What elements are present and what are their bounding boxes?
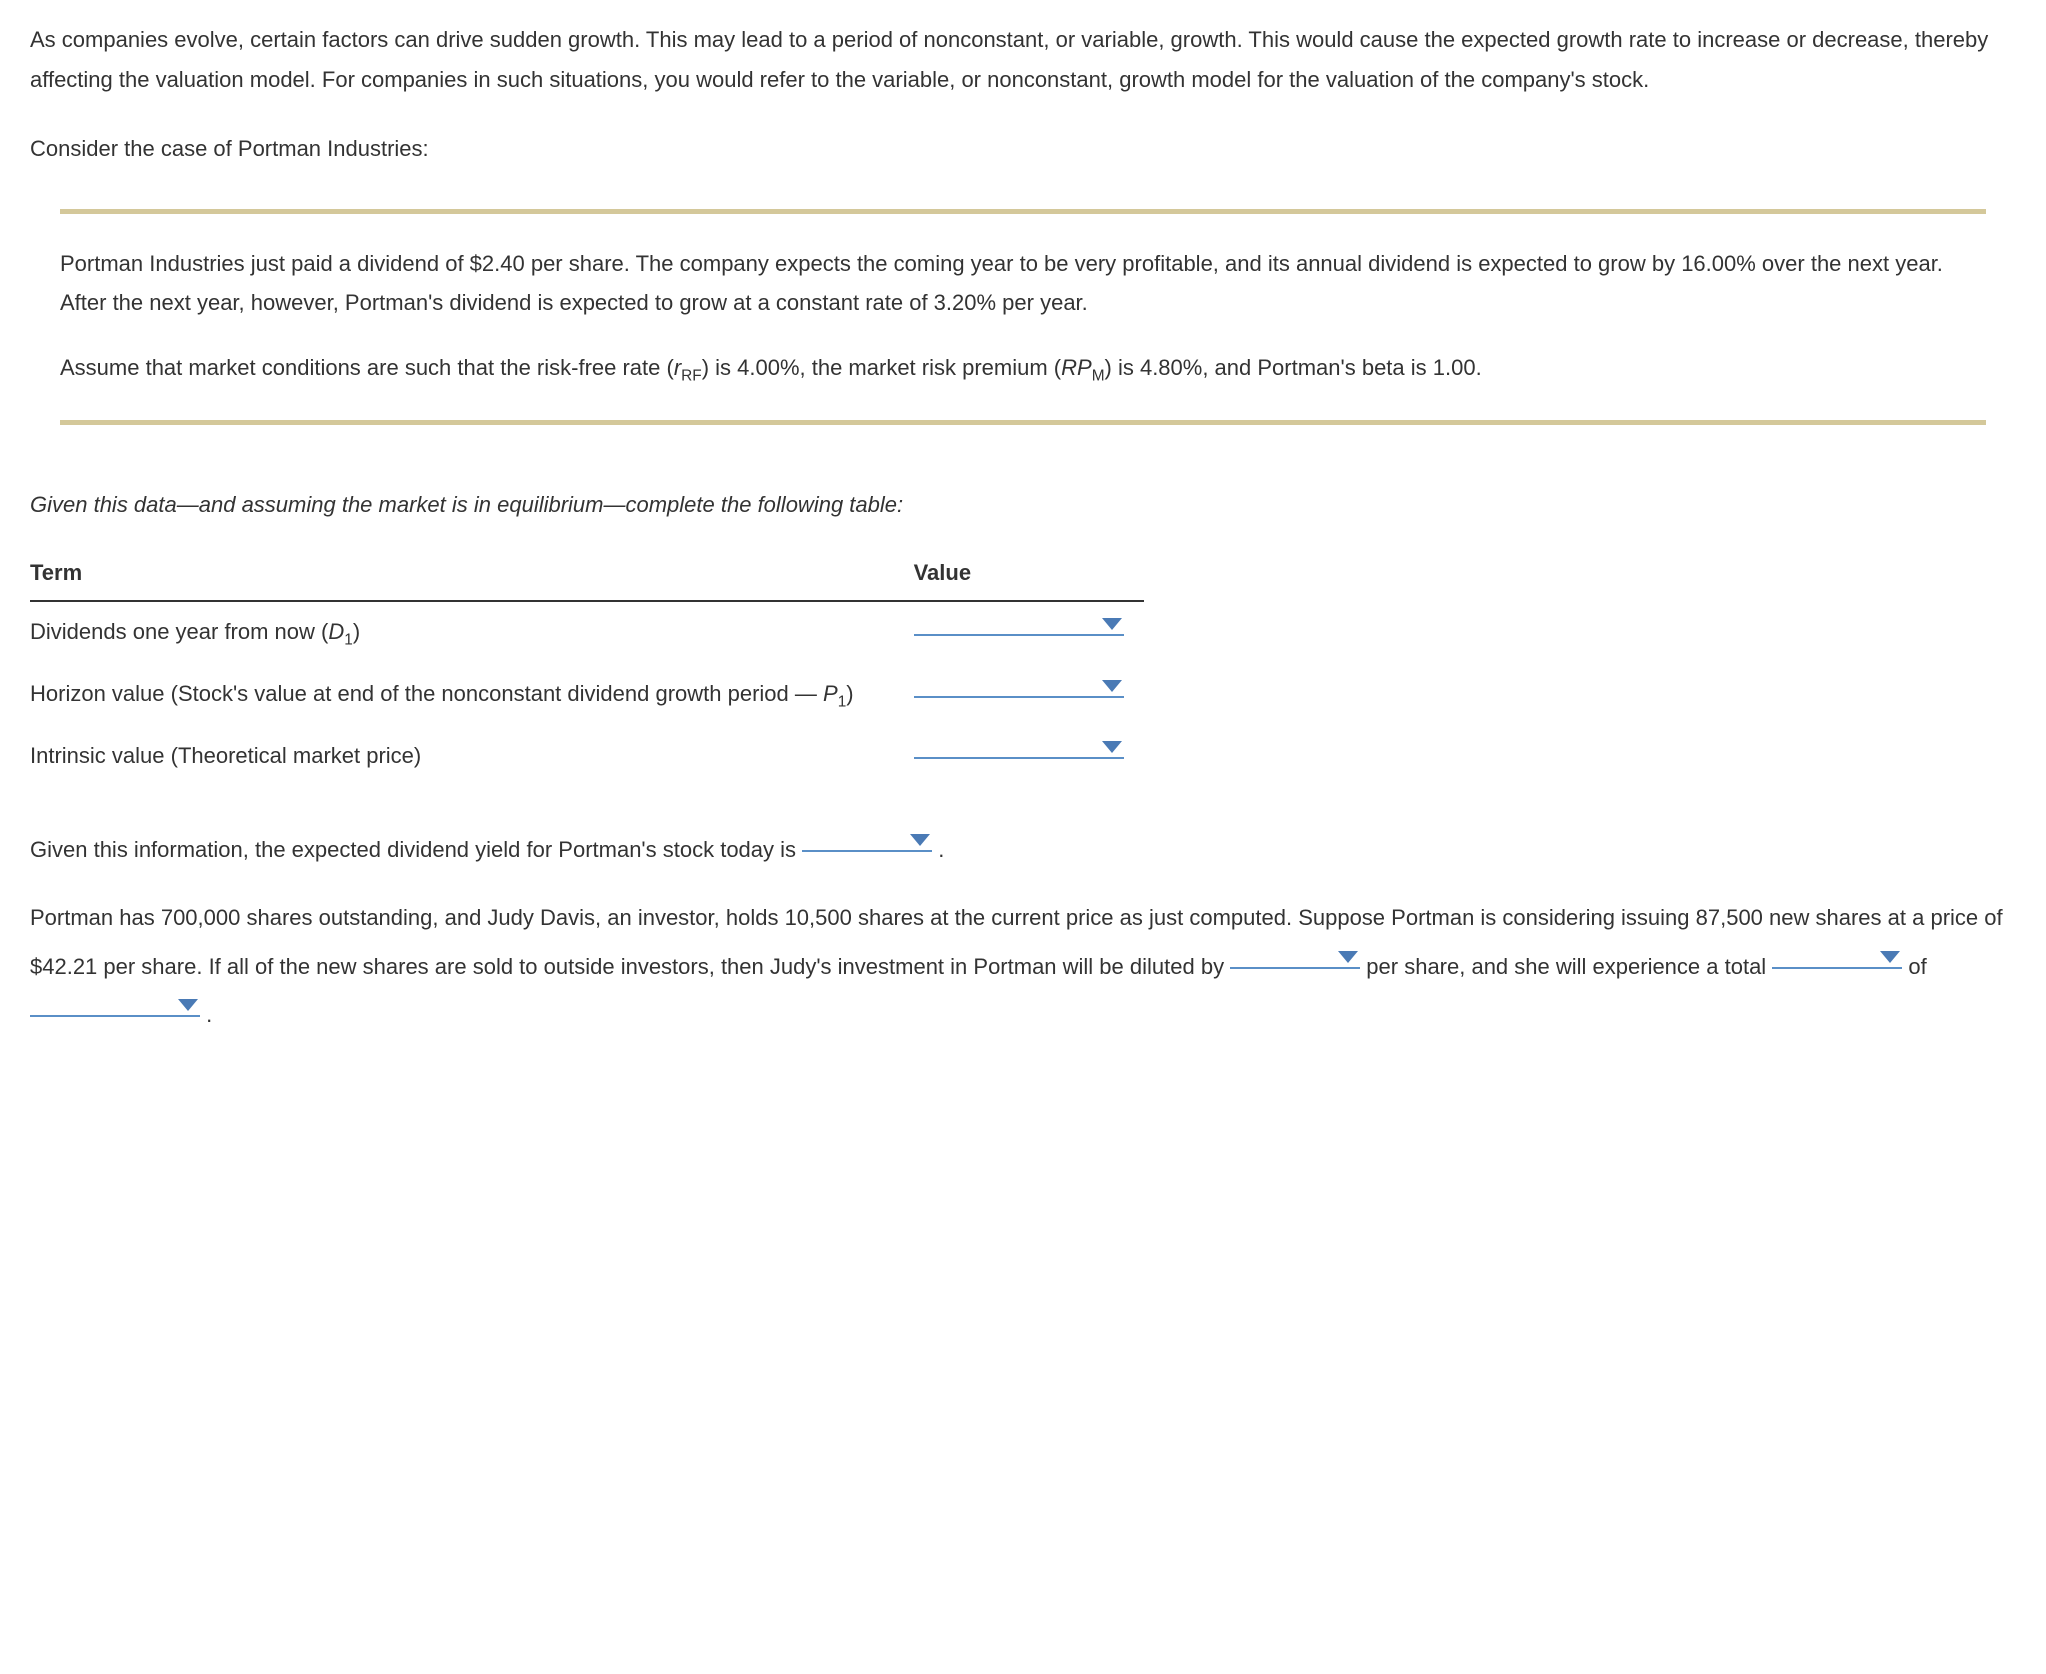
dropdown-arrow-icon bbox=[1880, 951, 1900, 963]
table-row: Horizon value (Stock's value at end of t… bbox=[30, 664, 1144, 726]
rp-subscript: M bbox=[1092, 367, 1105, 384]
table-row: Intrinsic value (Theoretical market pric… bbox=[30, 726, 1144, 786]
problem-box: Portman Industries just paid a dividend … bbox=[60, 209, 1986, 425]
dropdown-intrinsic[interactable] bbox=[914, 757, 1124, 759]
dropdown-dilution-per-share[interactable] bbox=[1230, 967, 1360, 969]
row0-post: ) bbox=[353, 619, 360, 644]
dividend-yield-post: . bbox=[932, 837, 944, 862]
dilution-mid2: of bbox=[1902, 954, 1926, 979]
row0-pre: Dividends one year from now ( bbox=[30, 619, 328, 644]
dropdown-d1[interactable] bbox=[914, 634, 1124, 636]
row2-pre: Intrinsic value (Theoretical market pric… bbox=[30, 743, 421, 768]
dropdown-dividend-yield[interactable] bbox=[802, 850, 932, 852]
rrf-subscript: RF bbox=[681, 367, 702, 384]
table-header-value: Value bbox=[874, 545, 1144, 602]
dropdown-arrow-icon bbox=[1102, 741, 1122, 753]
dropdown-arrow-icon bbox=[1102, 680, 1122, 692]
table-header-term: Term bbox=[30, 545, 874, 602]
dividend-yield-paragraph: Given this information, the expected div… bbox=[30, 826, 2016, 874]
problem-paragraph-2: Assume that market conditions are such t… bbox=[60, 348, 1986, 390]
value-table: Term Value Dividends one year from now (… bbox=[30, 545, 1144, 786]
row1-sub: 1 bbox=[838, 694, 847, 711]
dropdown-dilution-amount[interactable] bbox=[30, 1015, 200, 1017]
para2-post: ) is 4.80%, and Portman's beta is 1.00. bbox=[1105, 355, 1482, 380]
term-cell: Intrinsic value (Theoretical market pric… bbox=[30, 726, 874, 786]
dropdown-dilution-type[interactable] bbox=[1772, 967, 1902, 969]
dividend-yield-pre: Given this information, the expected div… bbox=[30, 837, 802, 862]
row0-sub: 1 bbox=[344, 632, 353, 649]
dropdown-arrow-icon bbox=[178, 999, 198, 1011]
dropdown-arrow-icon bbox=[910, 834, 930, 846]
table-row: Dividends one year from now (D1) bbox=[30, 601, 1144, 664]
term-cell: Dividends one year from now (D1) bbox=[30, 601, 874, 664]
dropdown-arrow-icon bbox=[1338, 951, 1358, 963]
divider-top bbox=[60, 209, 1986, 214]
table-prompt: Given this data—and assuming the market … bbox=[30, 485, 2016, 525]
para2-pre: Assume that market conditions are such t… bbox=[60, 355, 674, 380]
row1-var: P bbox=[823, 681, 838, 706]
case-label: Consider the case of Portman Industries: bbox=[30, 129, 2016, 169]
row1-pre: Horizon value (Stock's value at end of t… bbox=[30, 681, 823, 706]
dropdown-arrow-icon bbox=[1102, 618, 1122, 630]
row0-var: D bbox=[328, 619, 344, 644]
rp-variable: RP bbox=[1061, 355, 1092, 380]
problem-paragraph-1: Portman Industries just paid a dividend … bbox=[60, 244, 1986, 323]
divider-bottom bbox=[60, 420, 1986, 425]
para2-mid1: ) is 4.00%, the market risk premium ( bbox=[702, 355, 1061, 380]
term-cell: Horizon value (Stock's value at end of t… bbox=[30, 664, 874, 726]
intro-paragraph: As companies evolve, certain factors can… bbox=[30, 20, 2016, 99]
dropdown-horizon[interactable] bbox=[914, 696, 1124, 698]
dilution-mid1: per share, and she will experience a tot… bbox=[1360, 954, 1772, 979]
row1-post: ) bbox=[846, 681, 853, 706]
dilution-post: . bbox=[200, 1002, 212, 1027]
dilution-paragraph: Portman has 700,000 shares outstanding, … bbox=[30, 894, 2016, 1039]
